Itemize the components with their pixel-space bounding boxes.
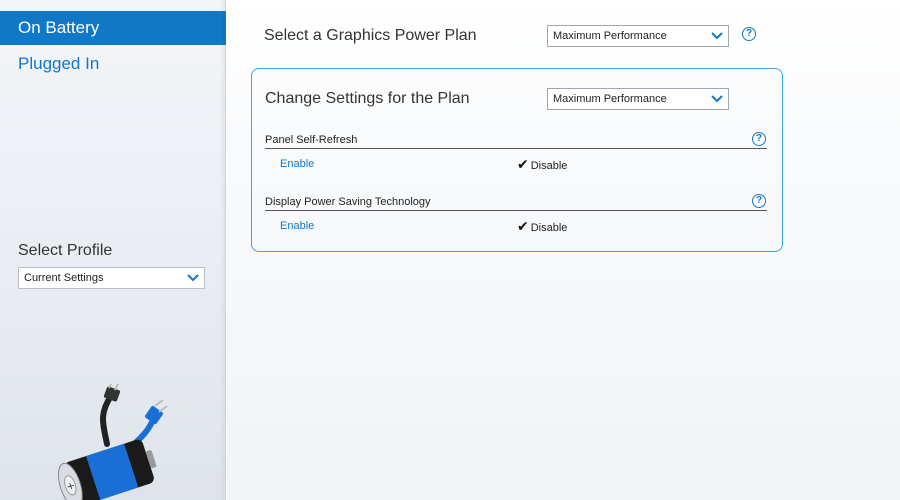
panel-self-refresh-label: Panel Self-Refresh: [265, 134, 358, 146]
disable-label: Disable: [530, 222, 568, 234]
setting-divider: [265, 210, 767, 211]
power-plan-dropdown[interactable]: Maximum Performance: [547, 25, 729, 47]
power-plan-dropdown-value: Maximum Performance: [553, 30, 667, 42]
help-icon[interactable]: ?: [742, 27, 756, 41]
panel-self-refresh-disable[interactable]: ✔ Disable: [517, 156, 567, 173]
card-plan-dropdown-value: Maximum Performance: [553, 93, 667, 105]
chevron-down-icon: [711, 32, 723, 40]
sidebar: On Battery Plugged In Select Profile Cur…: [0, 0, 226, 500]
help-icon[interactable]: ?: [752, 132, 766, 146]
help-icon[interactable]: ?: [752, 194, 766, 208]
select-profile-label: Select Profile: [18, 242, 113, 259]
chevron-down-icon: [187, 274, 199, 282]
display-power-saving-enable[interactable]: Enable: [280, 220, 314, 232]
profile-dropdown-value: Current Settings: [24, 272, 104, 284]
checkmark-icon: ✔: [517, 156, 529, 172]
graphics-power-plan-title: Select a Graphics Power Plan: [264, 27, 477, 44]
change-settings-title: Change Settings for the Plan: [265, 90, 470, 107]
sidebar-item-on-battery[interactable]: On Battery: [0, 11, 226, 45]
checkmark-icon: ✔: [517, 218, 529, 234]
setting-divider: [265, 148, 767, 149]
sidebar-item-plugged-in[interactable]: Plugged In: [0, 47, 226, 81]
battery-plug-illustration: +: [57, 384, 168, 500]
display-power-saving-disable[interactable]: ✔ Disable: [517, 218, 567, 235]
disable-label: Disable: [530, 160, 568, 172]
profile-dropdown[interactable]: Current Settings: [18, 267, 205, 289]
panel-self-refresh-enable[interactable]: Enable: [280, 158, 314, 170]
card-plan-dropdown[interactable]: Maximum Performance: [547, 88, 729, 110]
display-power-saving-label: Display Power Saving Technology: [265, 196, 431, 208]
chevron-down-icon: [711, 95, 723, 103]
